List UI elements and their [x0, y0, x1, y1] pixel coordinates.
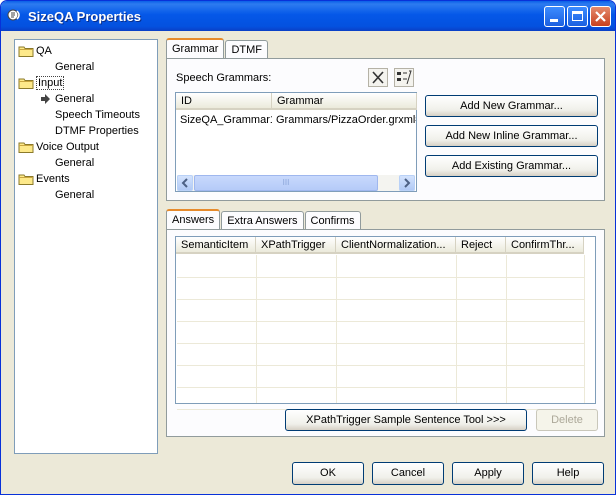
cancel-button[interactable]: Cancel: [372, 462, 444, 485]
grid-column-line: [456, 255, 457, 403]
column-header-xpath-trigger[interactable]: XPathTrigger: [256, 237, 336, 254]
help-button[interactable]: Help: [532, 462, 604, 485]
arrow-left-icon: [181, 178, 188, 188]
add-existing-grammar-button[interactable]: Add Existing Grammar...: [425, 155, 598, 177]
current-page-arrow-icon: [39, 93, 51, 108]
grid-column-line: [256, 255, 257, 403]
column-header-id[interactable]: ID: [176, 93, 272, 110]
apply-button[interactable]: Apply: [452, 462, 524, 485]
grammar-id-cell[interactable]: SizeQA_Grammar1: [180, 114, 272, 126]
scroll-right-button[interactable]: [399, 175, 415, 191]
grid-row-line: [177, 321, 584, 322]
grid-column-line: [584, 255, 585, 403]
tree-item-general[interactable]: General: [55, 156, 94, 170]
delete-x-icon: [372, 71, 384, 84]
tree-item-qa[interactable]: QA: [36, 44, 52, 58]
grammar-properties-button[interactable]: [394, 68, 414, 87]
grid-column-line: [336, 255, 337, 403]
tab-confirms[interactable]: Confirms: [304, 211, 361, 229]
folder-icon: [18, 77, 34, 89]
title-bar[interactable]: SizeQA Properties: [1, 1, 615, 31]
properties-window: SizeQA Properties QA General Input General S…: [0, 0, 616, 495]
delete-answer-button[interactable]: Delete: [536, 409, 598, 431]
delete-grammar-button[interactable]: [368, 68, 388, 87]
answers-grid[interactable]: SemanticItem XPathTrigger ClientNormaliz…: [175, 236, 596, 410]
tab-grammar[interactable]: Grammar: [166, 38, 225, 58]
grammar-tab-strip: Grammar DTMF: [166, 38, 269, 60]
app-icon: [7, 9, 20, 21]
tree-item-events[interactable]: Events: [36, 172, 70, 186]
grid-row-line: [177, 343, 584, 344]
add-new-grammar-button[interactable]: Add New Grammar...: [425, 95, 598, 117]
folder-icon: [18, 45, 34, 57]
grid-row-line: [177, 365, 584, 366]
navigation-tree[interactable]: QA General Input General Speech Timeouts DTMF…: [14, 39, 158, 454]
dialog-body: QA General Input General Speech Timeouts DTMF…: [4, 31, 612, 492]
scroll-left-button[interactable]: [177, 175, 193, 191]
close-button[interactable]: [590, 6, 611, 27]
column-header-confirm-threshold[interactable]: ConfirmThr...: [506, 237, 584, 254]
column-header-client-normalization[interactable]: ClientNormalization...: [336, 237, 456, 254]
xpath-sample-tool-button[interactable]: XPathTrigger Sample Sentence Tool >>>: [285, 409, 527, 431]
column-header-grammar[interactable]: Grammar: [272, 93, 417, 110]
folder-icon: [18, 173, 34, 185]
tab-extra-answers[interactable]: Extra Answers: [221, 211, 304, 229]
ok-button[interactable]: OK: [292, 462, 364, 485]
answers-panel: SemanticItem XPathTrigger ClientNormaliz…: [166, 229, 605, 437]
tree-item-voice-output[interactable]: Voice Output: [36, 140, 99, 154]
tree-item-general[interactable]: General: [55, 188, 94, 202]
tree-item-input[interactable]: Input: [36, 76, 65, 90]
tree-item-general[interactable]: General: [55, 92, 94, 106]
column-header-reject[interactable]: Reject: [456, 237, 506, 254]
tab-dtmf[interactable]: DTMF: [225, 40, 268, 58]
add-inline-grammar-button[interactable]: Add New Inline Grammar...: [425, 125, 598, 147]
scroll-thumb[interactable]: III: [194, 175, 378, 191]
minimize-button[interactable]: [544, 6, 565, 27]
grid-column-line: [506, 255, 507, 403]
grid-row-line: [177, 387, 584, 388]
window-title: SizeQA Properties: [28, 9, 141, 24]
close-icon: [595, 11, 606, 22]
tree-item-dtmf-properties[interactable]: DTMF Properties: [55, 124, 139, 138]
tree-item-general[interactable]: General: [55, 60, 94, 74]
horizontal-scrollbar[interactable]: III: [177, 175, 415, 191]
arrow-right-icon: [404, 178, 411, 188]
scroll-grip: III: [282, 178, 290, 187]
speech-grammars-list[interactable]: ID Grammar SizeQA_Grammar1 Grammars/Pizz…: [175, 92, 417, 192]
grid-row-line: [177, 299, 584, 300]
answer-tab-strip: Answers Extra Answers Confirms: [166, 209, 362, 231]
grammar-path-cell[interactable]: Grammars/PizzaOrder.grxml#: [276, 114, 416, 126]
grammar-panel: Speech Grammars: ID Grammar SizeQA_Gramm…: [166, 58, 605, 201]
maximize-icon: [572, 11, 583, 21]
grid-row-line: [177, 277, 584, 278]
column-header-semantic-item[interactable]: SemanticItem: [176, 237, 256, 254]
folder-icon: [18, 141, 34, 153]
tab-answers[interactable]: Answers: [166, 209, 221, 229]
minimize-icon: [550, 19, 558, 22]
maximize-button[interactable]: [567, 6, 588, 27]
speech-grammars-label: Speech Grammars:: [176, 72, 272, 84]
properties-icon: [397, 70, 412, 85]
tree-item-speech-timeouts[interactable]: Speech Timeouts: [55, 108, 140, 122]
